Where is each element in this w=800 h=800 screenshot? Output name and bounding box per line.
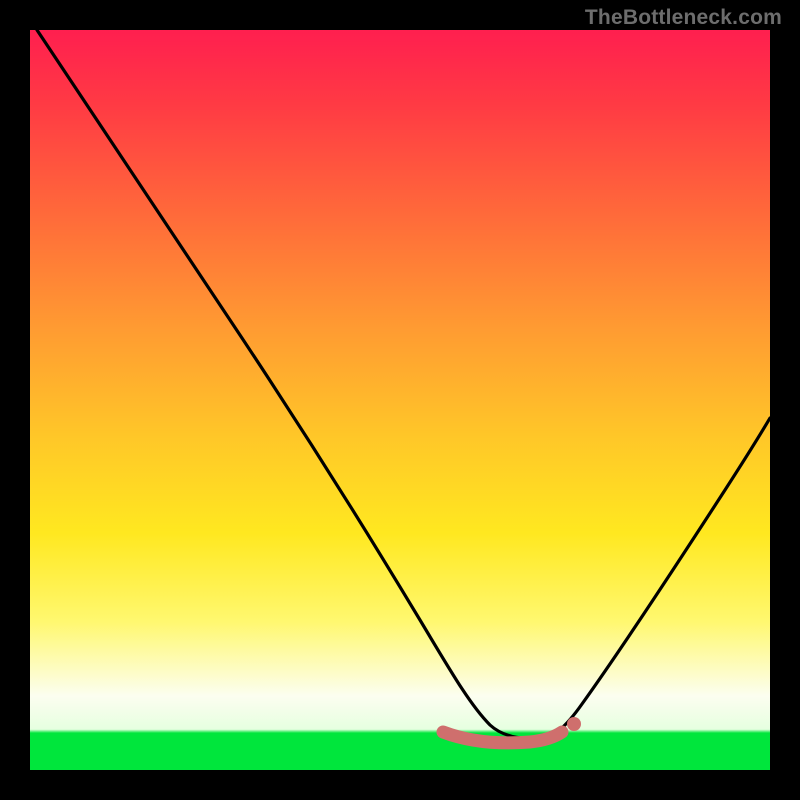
watermark-text: TheBottleneck.com (585, 6, 782, 30)
background-gradient (30, 30, 770, 770)
chart-frame: TheBottleneck.com (0, 0, 800, 800)
plot-area (30, 30, 770, 770)
